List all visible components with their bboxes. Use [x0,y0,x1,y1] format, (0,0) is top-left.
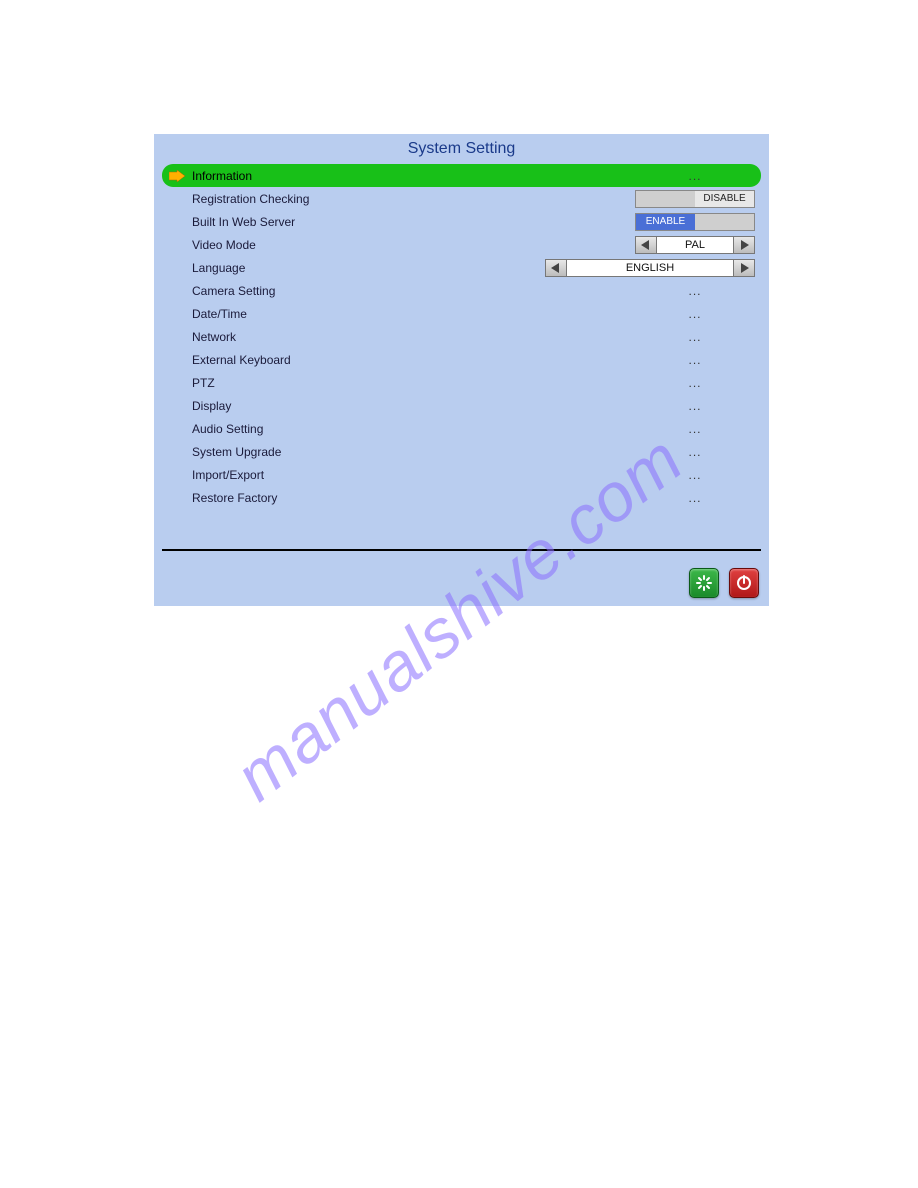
arrow-left-icon[interactable] [545,259,567,277]
selection-arrow-icon [168,170,186,182]
menu-value: ... [635,330,755,344]
power-icon [735,574,753,592]
menu-item-display[interactable]: Display ... [162,394,761,417]
menu-item-import-export[interactable]: Import/Export ... [162,463,761,486]
menu-item-web-server[interactable]: Built In Web Server ENABLE [162,210,761,233]
menu-label: Import/Export [188,468,264,482]
menu-value: ... [635,399,755,413]
menu-item-information[interactable]: Information ... [162,164,761,187]
toggle-registration-checking[interactable]: DISABLE [635,190,755,208]
menu-label: Audio Setting [188,422,263,436]
spinner-value: ENGLISH [567,259,733,277]
power-button[interactable] [729,568,759,598]
menu-value: ... [635,422,755,436]
menu-item-system-upgrade[interactable]: System Upgrade ... [162,440,761,463]
menu-item-language[interactable]: Language ENGLISH [162,256,761,279]
toggle-label: DISABLE [695,191,754,207]
menu-value: ... [635,445,755,459]
divider [162,549,761,551]
refresh-icon [695,574,713,592]
menu-label: Display [188,399,231,413]
footer-bar [154,566,769,606]
menu-label: External Keyboard [188,353,291,367]
menu-value: ... [635,353,755,367]
toggle-off-side [636,191,695,207]
menu-label: Information [188,169,252,183]
menu-value: ... [635,468,755,482]
menu-item-registration-checking[interactable]: Registration Checking DISABLE [162,187,761,210]
menu-label: System Upgrade [188,445,281,459]
menu-item-external-keyboard[interactable]: External Keyboard ... [162,348,761,371]
menu-list: Information ... Registration Checking DI… [154,164,769,566]
menu-label: Camera Setting [188,284,275,298]
toggle-off-side [695,214,754,230]
menu-label: PTZ [188,376,215,390]
menu-value: ... [635,307,755,321]
spinner-video-mode[interactable]: PAL [635,236,755,254]
menu-value: ... [635,284,755,298]
refresh-button[interactable] [689,568,719,598]
arrow-left-icon[interactable] [635,236,657,254]
spinner-value: PAL [657,236,733,254]
menu-label: Restore Factory [188,491,277,505]
menu-label: Language [188,261,245,275]
toggle-web-server[interactable]: ENABLE [635,213,755,231]
menu-label: Registration Checking [188,192,309,206]
menu-item-date-time[interactable]: Date/Time ... [162,302,761,325]
toggle-label: ENABLE [636,214,695,230]
menu-label: Video Mode [188,238,256,252]
arrow-right-icon[interactable] [733,236,755,254]
menu-item-audio-setting[interactable]: Audio Setting ... [162,417,761,440]
menu-item-camera-setting[interactable]: Camera Setting ... [162,279,761,302]
menu-label: Built In Web Server [188,215,295,229]
arrow-right-icon[interactable] [733,259,755,277]
menu-value: ... [635,169,755,183]
menu-label: Date/Time [188,307,247,321]
menu-item-network[interactable]: Network ... [162,325,761,348]
spinner-language[interactable]: ENGLISH [545,259,755,277]
menu-value: ... [635,376,755,390]
menu-label: Network [188,330,236,344]
system-setting-panel: System Setting Information ... Registrat… [154,134,769,606]
menu-item-video-mode[interactable]: Video Mode PAL [162,233,761,256]
page-title: System Setting [154,134,769,164]
menu-item-ptz[interactable]: PTZ ... [162,371,761,394]
menu-value: ... [635,491,755,505]
menu-item-restore-factory[interactable]: Restore Factory ... [162,486,761,509]
